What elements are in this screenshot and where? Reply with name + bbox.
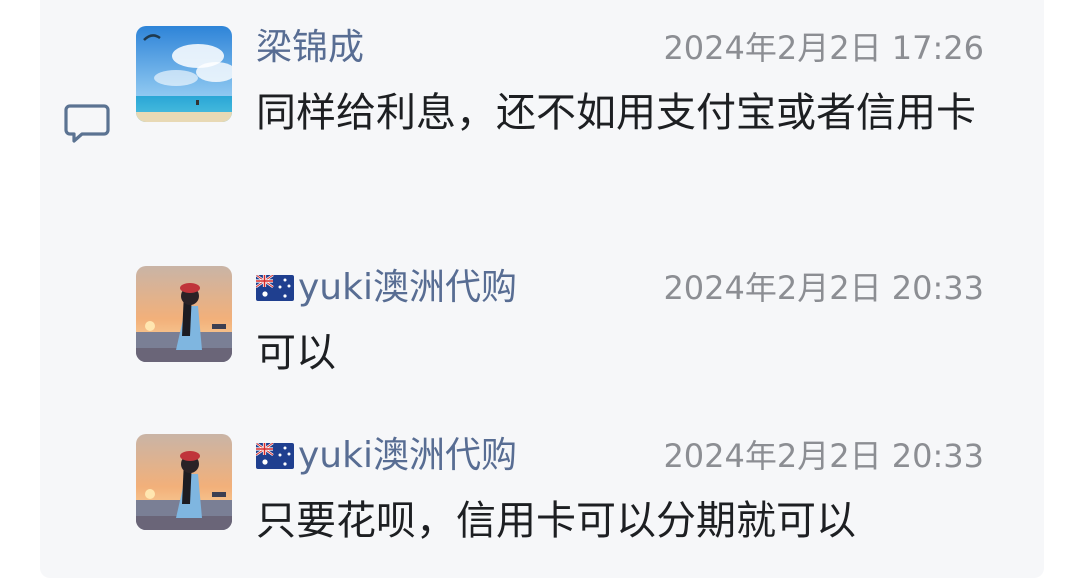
comment-timestamp: 2024年2月2日 17:26 — [663, 29, 984, 67]
comment-text: 可以 — [256, 330, 336, 376]
australia-flag-icon — [256, 443, 294, 469]
comment-timestamp: 2024年2月2日 20:33 — [663, 269, 984, 307]
girl-sunset-avatar[interactable] — [136, 266, 232, 362]
author-name[interactable]: yuki澳洲代购 — [298, 266, 517, 310]
girl-sunset-avatar[interactable] — [136, 434, 232, 530]
comment-text: 只要花呗，信用卡可以分期就可以 — [256, 498, 856, 544]
comment-item: yuki澳洲代购 2024年2月2日 20:33 可以 — [136, 266, 996, 386]
comment-timestamp: 2024年2月2日 20:33 — [663, 437, 984, 475]
author-name[interactable]: yuki澳洲代购 — [298, 434, 517, 478]
comment-item: yuki澳洲代购 2024年2月2日 20:33 只要花呗，信用卡可以分期就可以 — [136, 434, 996, 564]
beach-kite-avatar[interactable] — [136, 26, 232, 122]
author-row: yuki澳洲代购 — [256, 266, 517, 310]
comment-item: 梁锦成 2024年2月2日 17:26 同样给利息，还不如用支付宝或者信用卡 — [136, 26, 996, 226]
australia-flag-icon — [256, 275, 294, 301]
author-row: 梁锦成 — [256, 26, 364, 70]
author-name[interactable]: 梁锦成 — [256, 26, 364, 70]
comment-text: 同样给利息，还不如用支付宝或者信用卡 — [256, 90, 976, 136]
author-row: yuki澳洲代购 — [256, 434, 517, 478]
comment-bubble-icon[interactable] — [62, 102, 112, 144]
